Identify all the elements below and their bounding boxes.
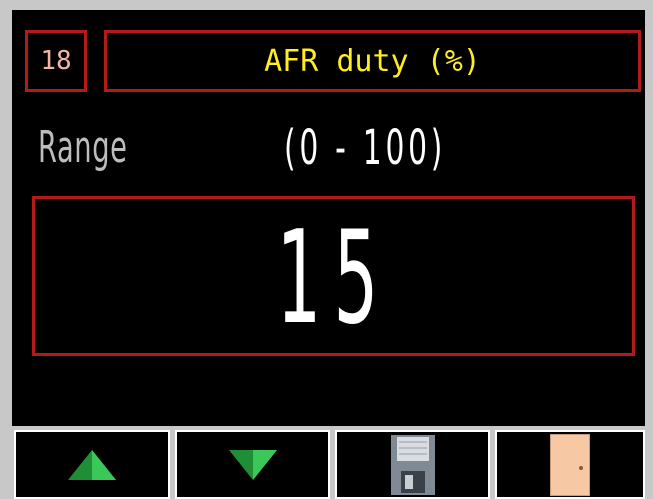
parameter-number: 18 bbox=[25, 30, 87, 92]
increase-button[interactable] bbox=[14, 430, 170, 499]
range-value: (0 - 100) bbox=[284, 120, 447, 176]
range-label: Range bbox=[38, 122, 128, 173]
screen: 18 AFR duty (%) Range (0 - 100) 15 bbox=[12, 10, 645, 499]
value-display: 15 bbox=[32, 196, 635, 356]
triangle-down-icon bbox=[228, 449, 277, 480]
save-button[interactable] bbox=[335, 430, 490, 499]
current-value: 15 bbox=[276, 204, 391, 353]
triangle-up-icon bbox=[68, 449, 116, 480]
floppy-disk-icon bbox=[390, 434, 435, 495]
button-bar bbox=[12, 426, 645, 499]
door-icon bbox=[550, 433, 590, 496]
exit-button[interactable] bbox=[495, 430, 645, 499]
parameter-title: AFR duty (%) bbox=[104, 30, 641, 92]
decrease-button[interactable] bbox=[175, 430, 330, 499]
